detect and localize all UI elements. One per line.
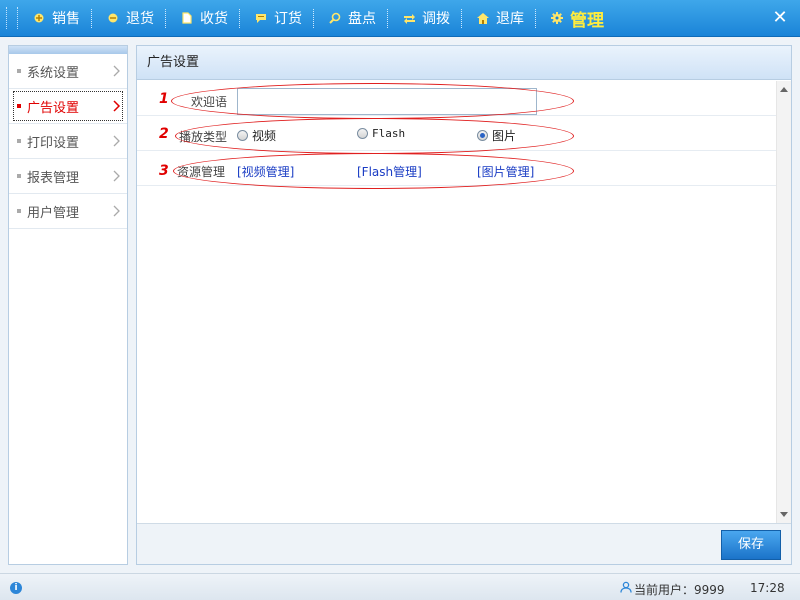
sidebar-item-label: 用户管理 <box>27 205 80 221</box>
bullet-icon <box>17 209 21 213</box>
nav-item-sales[interactable]: 销售 <box>18 0 92 37</box>
nav-item-label: 退库 <box>496 11 524 27</box>
focus-outline <box>13 91 123 121</box>
current-user-text: 当前用户：9999 <box>634 583 725 597</box>
radio-label: Flash <box>372 127 406 140</box>
scroll-up-icon[interactable] <box>780 87 788 92</box>
radio-flash[interactable]: Flash <box>357 127 405 140</box>
nav-item-receive[interactable]: 收货 <box>166 0 240 37</box>
scroll-down-icon[interactable] <box>780 512 788 517</box>
top-nav-bar: 销售 退货 收货 订货 盘点 调拨 退库 管理 ✕ <box>0 0 800 37</box>
document-icon <box>180 11 194 25</box>
plus-circle-icon <box>32 11 46 25</box>
nav-item-transfer[interactable]: 调拨 <box>388 0 462 37</box>
chevron-right-icon <box>113 205 120 217</box>
sidebar: 系统设置 广告设置 打印设置 报表管理 用户管理 <box>8 45 128 565</box>
nav-item-label: 盘点 <box>348 11 376 27</box>
toolbar-grip <box>6 7 18 29</box>
sidebar-item-system-settings[interactable]: 系统设置 <box>9 54 127 89</box>
nav-item-label: 调拨 <box>422 11 450 27</box>
close-icon[interactable]: ✕ <box>770 8 790 28</box>
nav-item-return[interactable]: 退货 <box>92 0 166 37</box>
welcome-input[interactable] <box>237 88 537 115</box>
welcome-row: 1 欢迎语 <box>137 81 777 116</box>
sidebar-item-ad-settings[interactable]: 广告设置 <box>9 89 127 124</box>
sidebar-item-user-management[interactable]: 用户管理 <box>9 194 127 229</box>
main-panel: 广告设置 1 欢迎语 2 播放类型 视频 Flash 图片 3 资源管理 [视频… <box>136 45 792 565</box>
image-management-link[interactable]: [图片管理] <box>477 163 534 180</box>
bullet-icon <box>17 139 21 143</box>
chevron-right-icon <box>113 170 120 182</box>
row-number-3: 3 <box>159 163 169 179</box>
save-button[interactable]: 保存 <box>721 530 781 560</box>
chat-bubble-icon <box>254 11 268 25</box>
play-type-row: 2 播放类型 视频 Flash 图片 <box>137 116 777 151</box>
row-number-1: 1 <box>159 91 169 107</box>
home-icon <box>476 11 490 25</box>
radio-circle <box>357 128 368 139</box>
nav-item-label: 退货 <box>126 11 154 27</box>
nav-item-label: 管理 <box>570 10 604 31</box>
swap-arrows-icon <box>402 11 416 25</box>
chevron-right-icon <box>113 65 120 77</box>
radio-label: 图片 <box>492 129 517 143</box>
vertical-scrollbar[interactable] <box>776 81 791 523</box>
gear-icon <box>550 11 564 25</box>
nav-item-order[interactable]: 订货 <box>240 0 314 37</box>
magnifier-icon <box>328 11 342 25</box>
resource-label: 资源管理 <box>177 165 226 179</box>
chevron-right-icon <box>113 135 120 147</box>
sidebar-item-print-settings[interactable]: 打印设置 <box>9 124 127 159</box>
info-icon: i <box>10 582 22 594</box>
radio-image[interactable]: 图片 <box>477 127 516 144</box>
nav-item-manage[interactable]: 管理 <box>536 0 616 37</box>
sidebar-item-label: 系统设置 <box>27 65 80 81</box>
minus-circle-icon <box>106 11 120 25</box>
sidebar-item-label: 报表管理 <box>27 170 80 186</box>
user-icon <box>620 581 632 593</box>
resource-row: 3 资源管理 [视频管理] [Flash管理] [图片管理] <box>137 151 777 186</box>
sidebar-header-strip <box>9 46 127 54</box>
radio-circle-checked <box>477 130 488 141</box>
sidebar-item-label: 打印设置 <box>27 135 80 151</box>
play-type-label: 播放类型 <box>179 130 228 144</box>
nav-item-label: 收货 <box>200 11 228 27</box>
panel-footer: 保存 <box>137 523 791 564</box>
nav-item-label: 订货 <box>274 11 302 27</box>
video-management-link[interactable]: [视频管理] <box>237 163 294 180</box>
radio-circle <box>237 130 248 141</box>
bullet-icon <box>17 174 21 178</box>
nav-item-label: 销售 <box>52 11 80 27</box>
welcome-label: 欢迎语 <box>191 95 228 109</box>
clock-time: 17:28 <box>750 581 785 595</box>
page-title: 广告设置 <box>137 46 791 80</box>
sidebar-item-report-management[interactable]: 报表管理 <box>9 159 127 194</box>
nav-item-stock-return[interactable]: 退库 <box>462 0 536 37</box>
nav-item-inventory[interactable]: 盘点 <box>314 0 388 37</box>
radio-label: 视频 <box>252 129 277 143</box>
flash-management-link[interactable]: [Flash管理] <box>357 163 422 180</box>
chevron-right-icon <box>113 100 121 112</box>
row-number-2: 2 <box>159 126 169 142</box>
bullet-icon <box>17 69 21 73</box>
status-bar: i 当前用户：9999 17:28 <box>0 573 800 600</box>
radio-video[interactable]: 视频 <box>237 127 276 144</box>
